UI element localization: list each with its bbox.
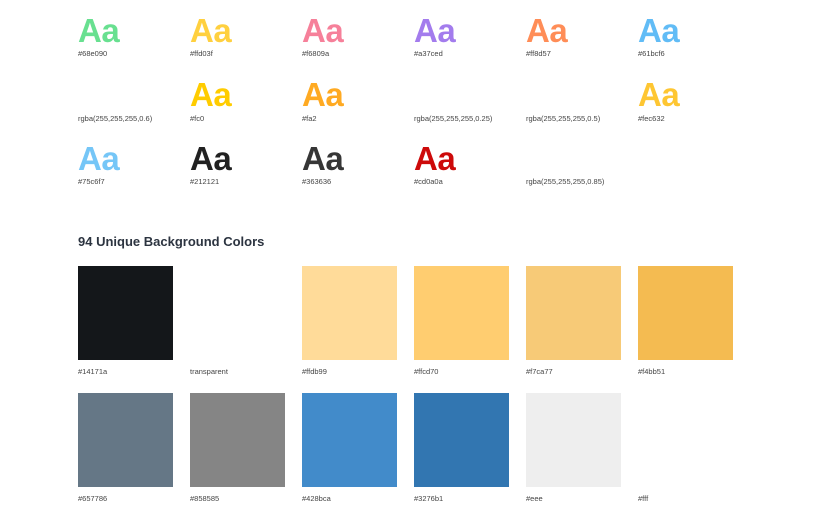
text-color-sample: Aa #fa2 bbox=[302, 72, 414, 136]
text-color-sample: Aa #fc0 bbox=[190, 72, 302, 136]
background-color-label: #ffdb99 bbox=[302, 367, 327, 376]
color-swatch bbox=[78, 393, 173, 487]
background-colors-heading: 94 Unique Background Colors bbox=[78, 234, 265, 249]
background-color-sample: #3276b1 bbox=[414, 393, 526, 520]
text-color-glyph: Aa bbox=[638, 76, 680, 113]
text-color-sample: Aa #ffd03f bbox=[190, 8, 302, 72]
background-color-sample: #657786 bbox=[78, 393, 190, 520]
text-color-sample: Aa rgba(255,255,255,0.25) bbox=[414, 72, 526, 136]
text-color-glyph: Aa bbox=[302, 12, 344, 49]
text-color-glyph: Aa bbox=[78, 76, 120, 113]
color-swatch bbox=[190, 393, 285, 487]
background-color-sample: #ffcd70 bbox=[414, 266, 526, 393]
text-color-grid: Aa #68e090 Aa #ffd03f Aa #f6809a Aa #a37ced Aa #f… bbox=[78, 8, 750, 200]
background-color-sample: #fff bbox=[638, 393, 750, 520]
text-color-label: #fa2 bbox=[302, 114, 317, 123]
text-color-sample: Aa #68e090 bbox=[78, 8, 190, 72]
text-color-label: #363636 bbox=[302, 177, 332, 186]
text-color-label: #a37ced bbox=[414, 49, 443, 58]
text-color-sample: Aa #212121 bbox=[190, 136, 302, 200]
text-color-sample: Aa #75c6f7 bbox=[78, 136, 190, 200]
background-color-label: #fff bbox=[638, 494, 649, 503]
color-swatch bbox=[638, 266, 733, 360]
text-color-glyph: Aa bbox=[526, 12, 568, 49]
text-color-glyph: Aa bbox=[190, 76, 232, 113]
text-color-label: #ffd03f bbox=[190, 49, 213, 58]
text-color-glyph: Aa bbox=[78, 12, 120, 49]
text-color-glyph: Aa bbox=[190, 12, 232, 49]
text-color-glyph: Aa bbox=[302, 140, 344, 177]
background-color-sample: #858585 bbox=[190, 393, 302, 520]
text-color-glyph: Aa bbox=[302, 76, 344, 113]
text-color-glyph: Aa bbox=[526, 76, 568, 113]
background-color-label: transparent bbox=[190, 367, 228, 376]
text-color-label: #cd0a0a bbox=[414, 177, 443, 186]
text-color-sample bbox=[638, 136, 750, 200]
text-color-label: #fc0 bbox=[190, 114, 205, 123]
text-color-label: #61bcf6 bbox=[638, 49, 665, 58]
background-color-label: #eee bbox=[526, 494, 543, 503]
color-swatch bbox=[526, 393, 621, 487]
color-swatch bbox=[414, 266, 509, 360]
text-color-label: #f6809a bbox=[302, 49, 330, 58]
text-color-glyph: Aa bbox=[638, 12, 680, 49]
background-color-label: #3276b1 bbox=[414, 494, 444, 503]
text-color-sample: Aa #a37ced bbox=[414, 8, 526, 72]
background-color-grid: #14171a transparent #ffdb99 #ffcd70 #f7ca77 #… bbox=[78, 266, 750, 520]
text-color-label: #ff8d57 bbox=[526, 49, 551, 58]
color-swatch bbox=[526, 266, 621, 360]
text-color-glyph: Aa bbox=[190, 140, 232, 177]
background-color-sample: #f7ca77 bbox=[526, 266, 638, 393]
background-color-sample: #14171a bbox=[78, 266, 190, 393]
text-color-sample: Aa #fec632 bbox=[638, 72, 750, 136]
text-color-sample: Aa #ff8d57 bbox=[526, 8, 638, 72]
text-color-label: #68e090 bbox=[78, 49, 108, 58]
text-color-sample: Aa rgba(255,255,255,0.85) bbox=[526, 136, 638, 200]
text-color-label: #75c6f7 bbox=[78, 177, 105, 186]
background-color-label: #ffcd70 bbox=[414, 367, 439, 376]
color-swatch bbox=[302, 393, 397, 487]
background-color-sample: transparent bbox=[190, 266, 302, 393]
text-color-label: #fec632 bbox=[638, 114, 665, 123]
text-color-label: #212121 bbox=[190, 177, 220, 186]
color-swatch bbox=[414, 393, 509, 487]
background-color-sample: #ffdb99 bbox=[302, 266, 414, 393]
background-color-sample: #eee bbox=[526, 393, 638, 520]
background-color-sample: #428bca bbox=[302, 393, 414, 520]
background-color-label: #f4bb51 bbox=[638, 367, 666, 376]
background-color-label: #14171a bbox=[78, 367, 108, 376]
text-color-glyph: Aa bbox=[414, 140, 456, 177]
background-color-label: #858585 bbox=[190, 494, 220, 503]
text-color-glyph: Aa bbox=[526, 140, 568, 177]
color-swatch bbox=[638, 393, 733, 487]
background-color-label: #f7ca77 bbox=[526, 367, 553, 376]
text-color-sample: Aa #cd0a0a bbox=[414, 136, 526, 200]
text-color-glyph: Aa bbox=[414, 12, 456, 49]
color-swatch bbox=[302, 266, 397, 360]
text-color-label: rgba(255,255,255,0.5) bbox=[526, 114, 601, 123]
text-color-glyph: Aa bbox=[78, 140, 120, 177]
color-swatch bbox=[190, 266, 285, 360]
text-color-label: rgba(255,255,255,0.25) bbox=[414, 114, 493, 123]
text-color-sample: Aa rgba(255,255,255,0.5) bbox=[526, 72, 638, 136]
text-color-sample: Aa #363636 bbox=[302, 136, 414, 200]
background-color-label: #657786 bbox=[78, 494, 108, 503]
text-color-label: rgba(255,255,255,0.6) bbox=[78, 114, 153, 123]
text-color-sample: Aa rgba(255,255,255,0.6) bbox=[78, 72, 190, 136]
text-color-sample: Aa #f6809a bbox=[302, 8, 414, 72]
background-color-label: #428bca bbox=[302, 494, 331, 503]
background-color-sample: #f4bb51 bbox=[638, 266, 750, 393]
text-color-label: rgba(255,255,255,0.85) bbox=[526, 177, 605, 186]
text-color-sample: Aa #61bcf6 bbox=[638, 8, 750, 72]
color-swatch bbox=[78, 266, 173, 360]
text-color-glyph: Aa bbox=[414, 76, 456, 113]
